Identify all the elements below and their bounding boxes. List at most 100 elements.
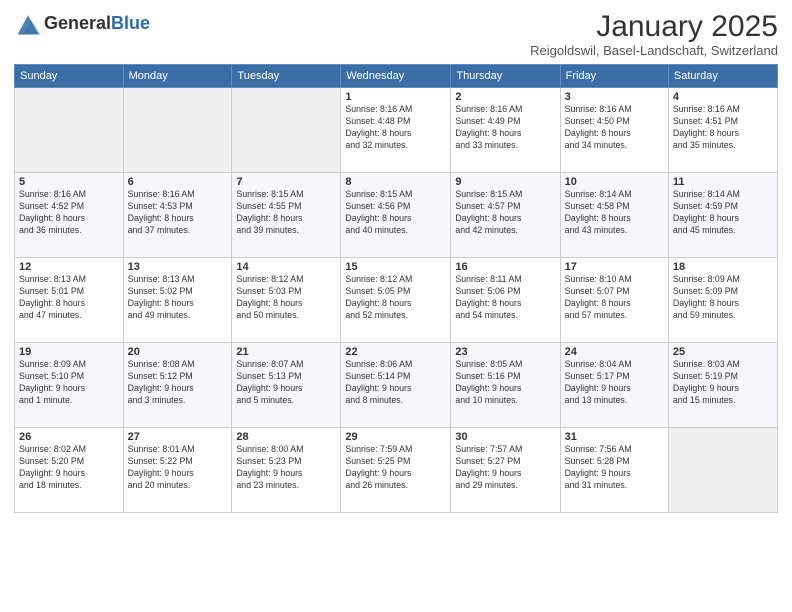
- day-number: 24: [565, 346, 664, 358]
- calendar-cell: 23Sunrise: 8:05 AM Sunset: 5:16 PM Dayli…: [451, 343, 560, 428]
- day-number: 12: [19, 261, 119, 273]
- calendar-cell: 21Sunrise: 8:07 AM Sunset: 5:13 PM Dayli…: [232, 343, 341, 428]
- calendar-cell: 28Sunrise: 8:00 AM Sunset: 5:23 PM Dayli…: [232, 428, 341, 513]
- day-number: 28: [236, 431, 336, 443]
- day-info: Sunrise: 8:16 AM Sunset: 4:51 PM Dayligh…: [673, 104, 773, 152]
- day-info: Sunrise: 8:15 AM Sunset: 4:55 PM Dayligh…: [236, 189, 336, 237]
- day-number: 8: [345, 176, 446, 188]
- calendar-cell: 16Sunrise: 8:11 AM Sunset: 5:06 PM Dayli…: [451, 258, 560, 343]
- day-info: Sunrise: 8:12 AM Sunset: 5:03 PM Dayligh…: [236, 274, 336, 322]
- calendar-week-5: 26Sunrise: 8:02 AM Sunset: 5:20 PM Dayli…: [15, 428, 778, 513]
- calendar-week-3: 12Sunrise: 8:13 AM Sunset: 5:01 PM Dayli…: [15, 258, 778, 343]
- month-title: January 2025: [530, 10, 778, 43]
- day-info: Sunrise: 8:07 AM Sunset: 5:13 PM Dayligh…: [236, 359, 336, 407]
- day-info: Sunrise: 7:56 AM Sunset: 5:28 PM Dayligh…: [565, 444, 664, 492]
- calendar-cell: 25Sunrise: 8:03 AM Sunset: 5:19 PM Dayli…: [668, 343, 777, 428]
- calendar-cell: 2Sunrise: 8:16 AM Sunset: 4:49 PM Daylig…: [451, 88, 560, 173]
- day-info: Sunrise: 8:04 AM Sunset: 5:17 PM Dayligh…: [565, 359, 664, 407]
- day-info: Sunrise: 8:03 AM Sunset: 5:19 PM Dayligh…: [673, 359, 773, 407]
- calendar-week-1: 1Sunrise: 8:16 AM Sunset: 4:48 PM Daylig…: [15, 88, 778, 173]
- day-number: 27: [128, 431, 228, 443]
- day-number: 15: [345, 261, 446, 273]
- calendar-cell: 6Sunrise: 8:16 AM Sunset: 4:53 PM Daylig…: [123, 173, 232, 258]
- day-number: 22: [345, 346, 446, 358]
- col-header-tuesday: Tuesday: [232, 65, 341, 88]
- day-number: 7: [236, 176, 336, 188]
- day-info: Sunrise: 8:16 AM Sunset: 4:49 PM Dayligh…: [455, 104, 555, 152]
- day-number: 29: [345, 431, 446, 443]
- day-number: 25: [673, 346, 773, 358]
- calendar-cell: 22Sunrise: 8:06 AM Sunset: 5:14 PM Dayli…: [341, 343, 451, 428]
- day-number: 17: [565, 261, 664, 273]
- calendar-table: SundayMondayTuesdayWednesdayThursdayFrid…: [14, 64, 778, 513]
- day-number: 26: [19, 431, 119, 443]
- calendar-cell: 7Sunrise: 8:15 AM Sunset: 4:55 PM Daylig…: [232, 173, 341, 258]
- day-info: Sunrise: 8:16 AM Sunset: 4:52 PM Dayligh…: [19, 189, 119, 237]
- day-info: Sunrise: 8:01 AM Sunset: 5:22 PM Dayligh…: [128, 444, 228, 492]
- title-area: January 2025 Reigoldswil, Basel-Landscha…: [530, 10, 778, 58]
- calendar-week-2: 5Sunrise: 8:16 AM Sunset: 4:52 PM Daylig…: [15, 173, 778, 258]
- calendar-cell: 30Sunrise: 7:57 AM Sunset: 5:27 PM Dayli…: [451, 428, 560, 513]
- col-header-wednesday: Wednesday: [341, 65, 451, 88]
- day-info: Sunrise: 8:14 AM Sunset: 4:59 PM Dayligh…: [673, 189, 773, 237]
- day-number: 16: [455, 261, 555, 273]
- logo-area: GeneralBlue: [14, 10, 150, 38]
- calendar-cell: [232, 88, 341, 173]
- calendar-cell: 19Sunrise: 8:09 AM Sunset: 5:10 PM Dayli…: [15, 343, 124, 428]
- day-info: Sunrise: 8:16 AM Sunset: 4:53 PM Dayligh…: [128, 189, 228, 237]
- calendar-cell: 10Sunrise: 8:14 AM Sunset: 4:58 PM Dayli…: [560, 173, 668, 258]
- col-header-saturday: Saturday: [668, 65, 777, 88]
- day-info: Sunrise: 8:15 AM Sunset: 4:56 PM Dayligh…: [345, 189, 446, 237]
- calendar-header-row: SundayMondayTuesdayWednesdayThursdayFrid…: [15, 65, 778, 88]
- day-number: 18: [673, 261, 773, 273]
- day-number: 2: [455, 91, 555, 103]
- day-info: Sunrise: 8:10 AM Sunset: 5:07 PM Dayligh…: [565, 274, 664, 322]
- day-info: Sunrise: 8:09 AM Sunset: 5:09 PM Dayligh…: [673, 274, 773, 322]
- day-info: Sunrise: 8:14 AM Sunset: 4:58 PM Dayligh…: [565, 189, 664, 237]
- day-number: 23: [455, 346, 555, 358]
- calendar-cell: [668, 428, 777, 513]
- day-info: Sunrise: 7:57 AM Sunset: 5:27 PM Dayligh…: [455, 444, 555, 492]
- day-info: Sunrise: 8:16 AM Sunset: 4:48 PM Dayligh…: [345, 104, 446, 152]
- day-number: 6: [128, 176, 228, 188]
- day-info: Sunrise: 7:59 AM Sunset: 5:25 PM Dayligh…: [345, 444, 446, 492]
- col-header-sunday: Sunday: [15, 65, 124, 88]
- day-number: 5: [19, 176, 119, 188]
- day-info: Sunrise: 8:13 AM Sunset: 5:01 PM Dayligh…: [19, 274, 119, 322]
- logo-icon: [14, 10, 42, 38]
- logo-general: General: [44, 14, 111, 34]
- calendar-cell: 13Sunrise: 8:13 AM Sunset: 5:02 PM Dayli…: [123, 258, 232, 343]
- day-number: 3: [565, 91, 664, 103]
- calendar-cell: 1Sunrise: 8:16 AM Sunset: 4:48 PM Daylig…: [341, 88, 451, 173]
- calendar-week-4: 19Sunrise: 8:09 AM Sunset: 5:10 PM Dayli…: [15, 343, 778, 428]
- calendar-cell: 12Sunrise: 8:13 AM Sunset: 5:01 PM Dayli…: [15, 258, 124, 343]
- logo-text: GeneralBlue: [44, 14, 150, 34]
- col-header-friday: Friday: [560, 65, 668, 88]
- page: GeneralBlue January 2025 Reigoldswil, Ba…: [0, 0, 792, 612]
- calendar-cell: 5Sunrise: 8:16 AM Sunset: 4:52 PM Daylig…: [15, 173, 124, 258]
- day-info: Sunrise: 8:12 AM Sunset: 5:05 PM Dayligh…: [345, 274, 446, 322]
- day-number: 20: [128, 346, 228, 358]
- day-number: 13: [128, 261, 228, 273]
- calendar-cell: 3Sunrise: 8:16 AM Sunset: 4:50 PM Daylig…: [560, 88, 668, 173]
- day-number: 4: [673, 91, 773, 103]
- day-info: Sunrise: 8:08 AM Sunset: 5:12 PM Dayligh…: [128, 359, 228, 407]
- calendar-cell: 20Sunrise: 8:08 AM Sunset: 5:12 PM Dayli…: [123, 343, 232, 428]
- calendar-cell: 31Sunrise: 7:56 AM Sunset: 5:28 PM Dayli…: [560, 428, 668, 513]
- day-info: Sunrise: 8:00 AM Sunset: 5:23 PM Dayligh…: [236, 444, 336, 492]
- calendar-cell: 26Sunrise: 8:02 AM Sunset: 5:20 PM Dayli…: [15, 428, 124, 513]
- day-info: Sunrise: 8:15 AM Sunset: 4:57 PM Dayligh…: [455, 189, 555, 237]
- calendar-cell: 9Sunrise: 8:15 AM Sunset: 4:57 PM Daylig…: [451, 173, 560, 258]
- day-number: 31: [565, 431, 664, 443]
- header: GeneralBlue January 2025 Reigoldswil, Ba…: [14, 10, 778, 58]
- calendar-cell: 14Sunrise: 8:12 AM Sunset: 5:03 PM Dayli…: [232, 258, 341, 343]
- day-info: Sunrise: 8:11 AM Sunset: 5:06 PM Dayligh…: [455, 274, 555, 322]
- day-info: Sunrise: 8:02 AM Sunset: 5:20 PM Dayligh…: [19, 444, 119, 492]
- location-title: Reigoldswil, Basel-Landschaft, Switzerla…: [530, 43, 778, 58]
- day-number: 14: [236, 261, 336, 273]
- calendar-cell: 29Sunrise: 7:59 AM Sunset: 5:25 PM Dayli…: [341, 428, 451, 513]
- day-number: 1: [345, 91, 446, 103]
- day-info: Sunrise: 8:05 AM Sunset: 5:16 PM Dayligh…: [455, 359, 555, 407]
- day-number: 10: [565, 176, 664, 188]
- logo-blue: Blue: [111, 14, 150, 34]
